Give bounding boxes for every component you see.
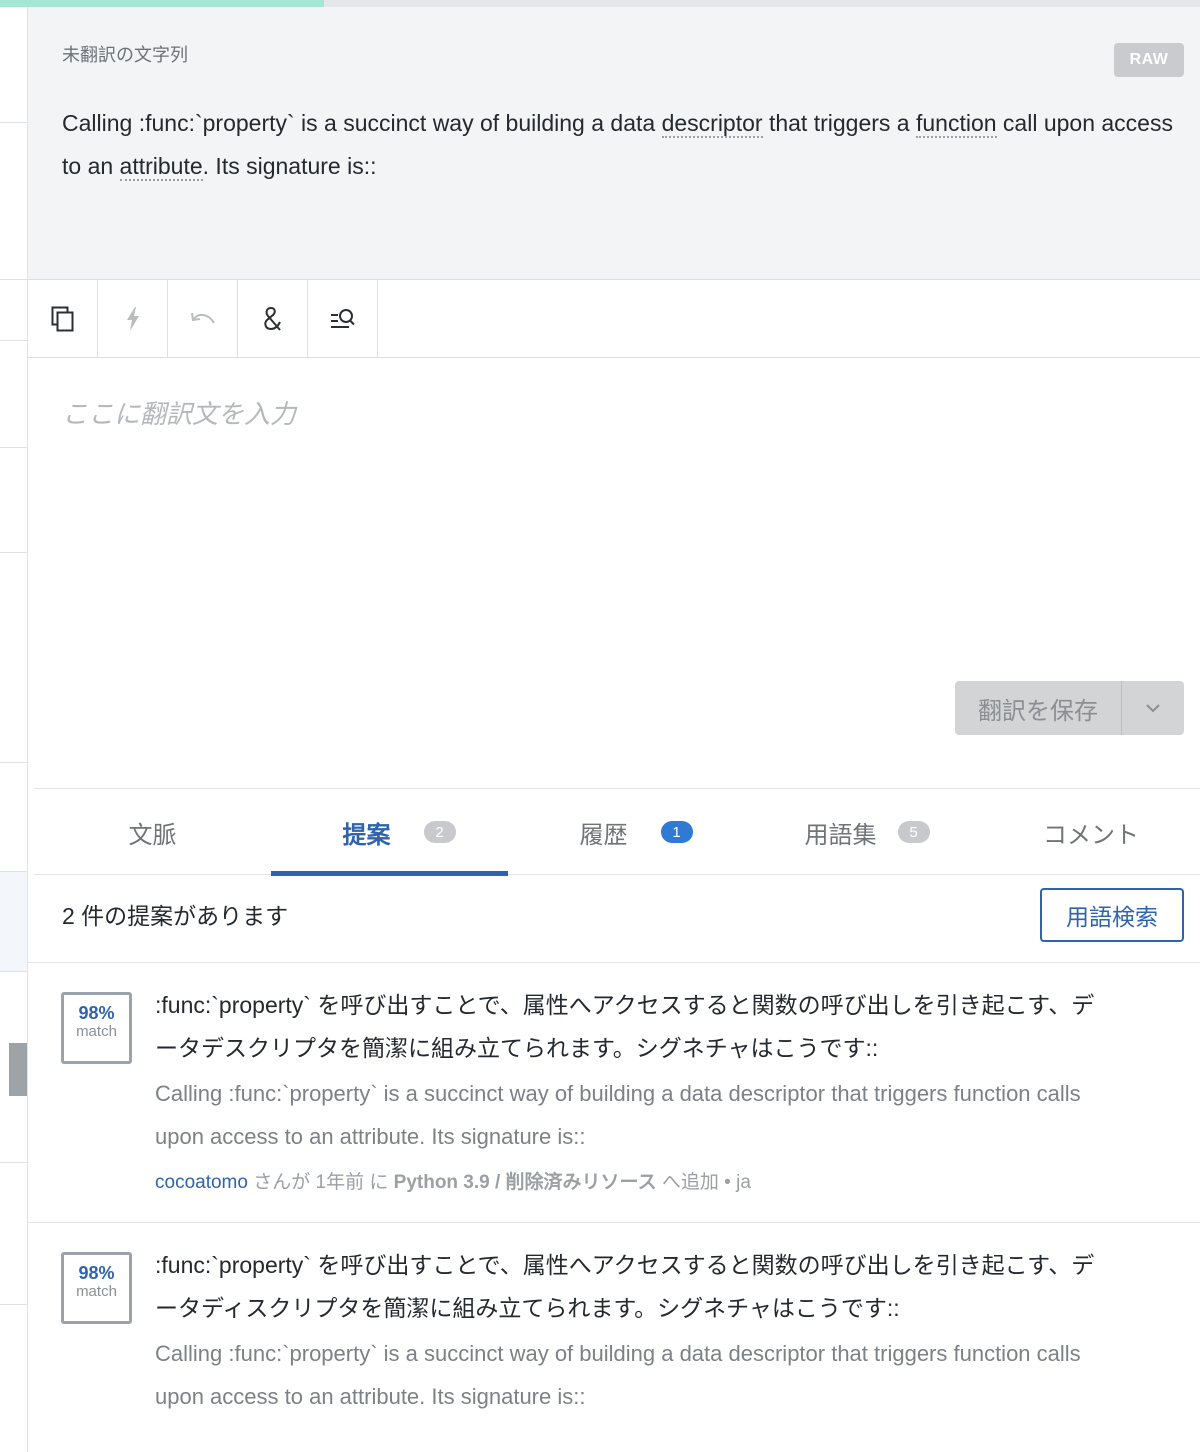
term-search-button[interactable]: 用語検索: [1040, 888, 1184, 942]
meta-text: へ追加 • ja: [656, 1172, 751, 1193]
suggestion-project: Python 3.9 / 削除済みリソース: [393, 1172, 657, 1193]
progress-bar: [0, 0, 1200, 7]
match-label: match: [76, 1023, 117, 1040]
tab-label: 提案: [342, 821, 391, 849]
list-divider: [0, 447, 27, 448]
undo-button[interactable]: [168, 280, 238, 357]
list-divider: [0, 1304, 27, 1305]
source-string-section: 未翻訳の文字列 RAW Calling :func:`property` is …: [28, 7, 1200, 280]
suggestion-user-link[interactable]: cocoatomo: [155, 1172, 248, 1193]
progress-bar-fill: [0, 0, 324, 7]
save-translation-button[interactable]: 翻訳を保存: [955, 681, 1122, 735]
match-percent: 98%: [78, 1003, 115, 1023]
match-score-badge: 98% match: [61, 992, 132, 1064]
undo-icon: [190, 312, 215, 324]
list-scrollbar-thumb[interactable]: [9, 1043, 27, 1096]
source-label: 未翻訳の文字列: [62, 45, 188, 65]
match-score-badge: 98% match: [61, 1252, 132, 1324]
machine-translate-button[interactable]: [98, 280, 168, 357]
translation-panel: 未翻訳の文字列 RAW Calling :func:`property` is …: [28, 7, 1200, 1452]
meta-text: さんが 1年前 に: [247, 1172, 394, 1193]
tab-label: 文脈: [128, 821, 177, 849]
translation-input[interactable]: [28, 358, 1200, 668]
list-item-selected[interactable]: [0, 871, 27, 971]
tab-glossary[interactable]: 用語集 5: [745, 789, 982, 875]
raw-button[interactable]: RAW: [1114, 43, 1184, 77]
source-text-part: . Its signature is::: [202, 153, 377, 179]
list-divider: [0, 971, 27, 972]
editor-toolbar: [28, 280, 1200, 358]
suggestions-title: 2 件の提案があります: [62, 903, 289, 929]
suggestion-meta: cocoatomo さんが 1年前 に Python 3.9 / 削除済みリソー…: [155, 1167, 751, 1194]
special-characters-button[interactable]: [238, 280, 308, 357]
search-list-icon: [330, 308, 355, 328]
list-divider: [0, 871, 27, 872]
suggestion-item[interactable]: 98% match :func:`property` を呼び出すことで、属性へア…: [28, 964, 1200, 1223]
copy-icon: [51, 306, 73, 331]
tab-bar: 文脈 提案 2 履歴 1 用語集 5 コメント: [34, 788, 1200, 876]
list-divider: [0, 340, 27, 341]
tab-context[interactable]: 文脈: [34, 789, 271, 875]
suggestion-item[interactable]: 98% match :func:`property` を呼び出すことで、属性へア…: [28, 1224, 1200, 1452]
tab-label: 履歴: [579, 821, 628, 849]
save-options-dropdown[interactable]: [1122, 681, 1184, 735]
ampersand-icon: [263, 306, 281, 331]
chevron-down-icon: [1146, 704, 1160, 713]
copy-source-button[interactable]: [28, 280, 98, 357]
suggestions-header: 2 件の提案があります 用語検索: [28, 875, 1200, 963]
glossary-count-badge: 5: [897, 821, 930, 843]
lightning-icon: [126, 306, 139, 331]
search-strings-button[interactable]: [308, 280, 378, 357]
source-text: Calling :func:`property` is a succinct w…: [62, 102, 1182, 188]
match-label: match: [76, 1283, 117, 1300]
source-text-part: Calling :func:`property` is a succinct w…: [62, 110, 662, 136]
glossary-term[interactable]: attribute: [119, 153, 203, 181]
suggestion-source-text: Calling :func:`property` is a succinct w…: [155, 1341, 1081, 1409]
list-divider: [0, 762, 27, 763]
glossary-term[interactable]: function: [915, 110, 997, 138]
list-divider: [0, 1162, 27, 1163]
save-button-group: 翻訳を保存: [955, 681, 1184, 735]
match-percent: 98%: [78, 1263, 115, 1283]
translation-editor: 翻訳を保存: [28, 358, 1200, 788]
tab-label: 用語集: [804, 821, 877, 849]
tab-comments[interactable]: コメント: [982, 789, 1200, 875]
tab-suggestions[interactable]: 提案 2: [271, 789, 508, 876]
list-divider: [0, 279, 27, 280]
suggestion-target-text: :func:`property` を呼び出すことで、属性へアクセスすると関数の呼…: [155, 992, 1095, 1061]
list-divider: [0, 552, 27, 553]
suggestion-source-text: Calling :func:`property` is a succinct w…: [155, 1081, 1081, 1149]
tab-label: コメント: [1043, 821, 1139, 849]
string-list-strip[interactable]: [0, 7, 28, 1452]
source-text-part: that triggers a: [762, 110, 916, 136]
list-divider: [0, 122, 27, 123]
tab-history[interactable]: 履歴 1: [508, 789, 745, 875]
glossary-term[interactable]: descriptor: [661, 110, 763, 138]
suggestion-target-text: :func:`property` を呼び出すことで、属性へアクセスすると関数の呼…: [155, 1252, 1095, 1321]
suggestions-count-badge: 2: [423, 821, 456, 843]
history-count-badge: 1: [660, 821, 693, 843]
